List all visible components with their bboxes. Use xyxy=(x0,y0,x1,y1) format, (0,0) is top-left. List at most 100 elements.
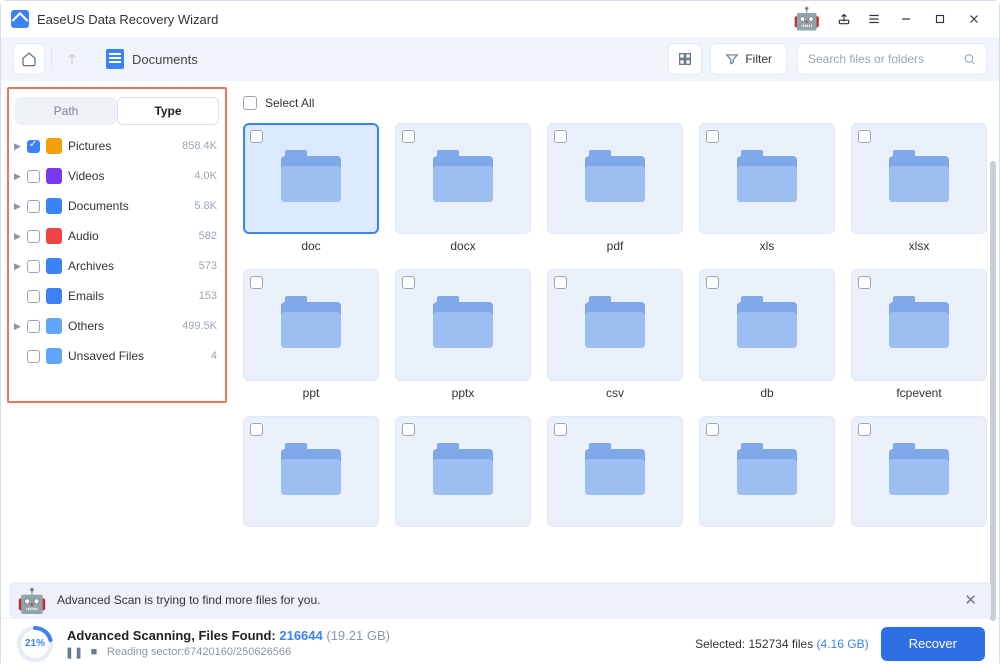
category-icon xyxy=(46,198,62,214)
card-caption: csv xyxy=(547,386,683,402)
folder-card[interactable] xyxy=(395,416,531,548)
filter-button[interactable]: Filter xyxy=(710,43,787,75)
folder-card[interactable]: pptx xyxy=(395,269,531,401)
card-checkbox[interactable] xyxy=(402,423,415,436)
folder-icon xyxy=(889,156,949,202)
sidebar-item-videos[interactable]: ▶ Videos 4.0K xyxy=(9,161,225,191)
card-caption: pptx xyxy=(395,386,531,402)
card-checkbox[interactable] xyxy=(858,130,871,143)
tree-checkbox[interactable] xyxy=(27,230,40,243)
card-checkbox[interactable] xyxy=(858,276,871,289)
card-checkbox[interactable] xyxy=(402,130,415,143)
back-button[interactable] xyxy=(56,43,88,75)
sidebar-item-pictures[interactable]: ▶ Pictures 858.4K xyxy=(9,131,225,161)
card-checkbox[interactable] xyxy=(706,276,719,289)
folder-card[interactable]: pdf xyxy=(547,123,683,255)
search-box[interactable] xyxy=(797,43,987,75)
sidebar-item-audio[interactable]: ▶ Audio 582 xyxy=(9,221,225,251)
sidebar-item-archives[interactable]: ▶ Archives 573 xyxy=(9,251,225,281)
select-all-checkbox[interactable] xyxy=(243,96,257,110)
minimize-button[interactable] xyxy=(891,6,921,32)
folder-card[interactable]: xlsx xyxy=(851,123,987,255)
card-caption: xlsx xyxy=(851,239,987,255)
card-checkbox[interactable] xyxy=(706,423,719,436)
card-checkbox[interactable] xyxy=(250,423,263,436)
folder-thumb xyxy=(547,123,683,234)
folder-icon xyxy=(281,302,341,348)
search-input[interactable] xyxy=(808,52,963,66)
close-button[interactable] xyxy=(959,6,989,32)
folder-card[interactable]: db xyxy=(699,269,835,401)
sidebar-item-unsaved-files[interactable]: Unsaved Files 4 xyxy=(9,341,225,371)
tree-checkbox[interactable] xyxy=(27,350,40,363)
card-checkbox[interactable] xyxy=(402,276,415,289)
folder-thumb xyxy=(395,269,531,380)
card-checkbox[interactable] xyxy=(554,276,567,289)
folder-icon xyxy=(281,449,341,495)
tree-checkbox[interactable] xyxy=(27,260,40,273)
card-caption xyxy=(547,532,683,548)
breadcrumb-label: Documents xyxy=(132,52,198,67)
share-button[interactable] xyxy=(831,6,857,32)
tree-count: 153 xyxy=(199,290,217,302)
folder-icon xyxy=(281,156,341,202)
tab-type[interactable]: Type xyxy=(117,97,219,125)
filter-label: Filter xyxy=(745,52,772,66)
category-icon xyxy=(46,258,62,274)
tree-checkbox[interactable] xyxy=(27,290,40,303)
scan-subtitle: ❚❚ ■ Reading sector: 67420160/250626566 xyxy=(67,645,695,659)
sidebar-item-documents[interactable]: ▶ Documents 5.8K xyxy=(9,191,225,221)
recover-button[interactable]: Recover xyxy=(881,627,985,661)
scrollbar[interactable] xyxy=(990,161,996,621)
category-icon xyxy=(46,288,62,304)
mascot-small-icon: 🤖 xyxy=(17,584,49,616)
tree-label: Pictures xyxy=(68,139,182,153)
app-icon xyxy=(11,10,29,28)
info-close-button[interactable]: ✕ xyxy=(964,591,977,609)
tree-checkbox[interactable] xyxy=(27,140,40,153)
folder-card[interactable]: xls xyxy=(699,123,835,255)
folder-card[interactable]: ppt xyxy=(243,269,379,401)
folder-thumb xyxy=(243,416,379,527)
card-checkbox[interactable] xyxy=(250,130,263,143)
folder-thumb xyxy=(699,269,835,380)
card-checkbox[interactable] xyxy=(554,423,567,436)
footer: 21% Advanced Scanning, Files Found: 2166… xyxy=(1,618,999,668)
top-toolbar: Documents Filter xyxy=(1,37,999,81)
maximize-button[interactable] xyxy=(925,6,955,32)
sidebar-item-others[interactable]: ▶ Others 499.5K xyxy=(9,311,225,341)
menu-button[interactable] xyxy=(861,6,887,32)
folder-card[interactable]: fcpevent xyxy=(851,269,987,401)
mascot-icon: 🤖 xyxy=(793,5,821,33)
folder-card[interactable]: doc xyxy=(243,123,379,255)
folder-card[interactable]: docx xyxy=(395,123,531,255)
select-all-row[interactable]: Select All xyxy=(241,89,991,117)
tree-checkbox[interactable] xyxy=(27,170,40,183)
folder-card[interactable] xyxy=(699,416,835,548)
card-checkbox[interactable] xyxy=(250,276,263,289)
stop-button[interactable]: ■ xyxy=(87,645,101,659)
pause-button[interactable]: ❚❚ xyxy=(67,645,81,659)
card-caption xyxy=(243,532,379,548)
card-checkbox[interactable] xyxy=(706,130,719,143)
view-toggle-button[interactable] xyxy=(668,43,702,75)
tree-count: 858.4K xyxy=(182,140,217,152)
folder-icon xyxy=(889,302,949,348)
tree-checkbox[interactable] xyxy=(27,320,40,333)
card-checkbox[interactable] xyxy=(554,130,567,143)
folder-card[interactable]: csv xyxy=(547,269,683,401)
tree-label: Others xyxy=(68,319,182,333)
folder-thumb xyxy=(699,123,835,234)
card-checkbox[interactable] xyxy=(858,423,871,436)
tab-path[interactable]: Path xyxy=(15,97,117,125)
folder-thumb xyxy=(547,416,683,527)
folder-card[interactable] xyxy=(547,416,683,548)
home-button[interactable] xyxy=(13,43,45,75)
folder-icon xyxy=(433,156,493,202)
sidebar-item-emails[interactable]: Emails 153 xyxy=(9,281,225,311)
card-caption: db xyxy=(699,386,835,402)
folder-card[interactable] xyxy=(851,416,987,548)
tree-count: 582 xyxy=(199,230,217,242)
folder-card[interactable] xyxy=(243,416,379,548)
tree-checkbox[interactable] xyxy=(27,200,40,213)
